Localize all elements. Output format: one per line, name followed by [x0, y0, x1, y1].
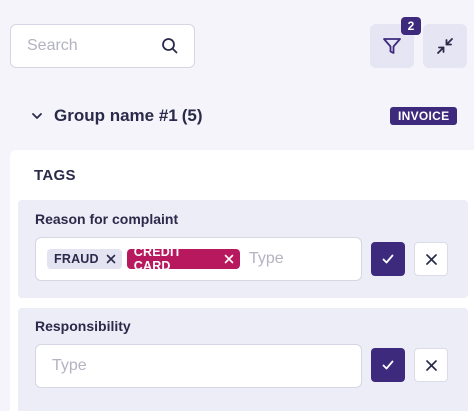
close-icon	[425, 253, 438, 266]
chevron-down-icon[interactable]	[30, 109, 44, 123]
tags-section-title: TAGS	[34, 167, 76, 184]
group-count: (5)	[181, 106, 203, 125]
search-input[interactable]	[27, 37, 147, 55]
remove-tag-icon[interactable]	[224, 254, 234, 264]
tag-chip-fraud: FRAUD	[47, 249, 122, 269]
filter-count-badge: 2	[401, 17, 421, 35]
tag-input-responsibility[interactable]	[35, 344, 362, 388]
cancel-button[interactable]	[414, 242, 448, 276]
tag-chip-credit-card: CREDIT CARD	[126, 245, 240, 273]
tag-type-input[interactable]	[52, 357, 152, 375]
confirm-button[interactable]	[371, 348, 405, 382]
tag-type-input[interactable]	[249, 250, 349, 268]
group-title: Group name #1	[54, 106, 178, 125]
tag-chip-label: CREDIT CARD	[133, 245, 182, 273]
tag-chip-label: FRAUD	[54, 252, 99, 266]
field-label-responsibility: Responsibility	[35, 318, 131, 334]
collapse-button[interactable]	[423, 24, 467, 68]
search-box[interactable]	[10, 24, 195, 68]
field-label-reason: Reason for complaint	[35, 211, 179, 227]
filter-icon	[382, 36, 402, 56]
close-icon	[425, 359, 438, 372]
check-icon	[381, 252, 395, 266]
tag-input-reason[interactable]: FRAUD CREDIT CARD	[35, 237, 362, 281]
collapse-icon	[435, 36, 455, 56]
invoice-badge: INVOICE	[390, 107, 458, 125]
tags-panel-root: 2 Group name #1 (5) INVOICE TAGS Reason …	[0, 0, 474, 411]
check-icon	[381, 358, 395, 372]
cancel-button[interactable]	[414, 348, 448, 382]
confirm-button[interactable]	[371, 242, 405, 276]
search-icon[interactable]	[161, 37, 179, 55]
remove-tag-icon[interactable]	[106, 254, 116, 264]
